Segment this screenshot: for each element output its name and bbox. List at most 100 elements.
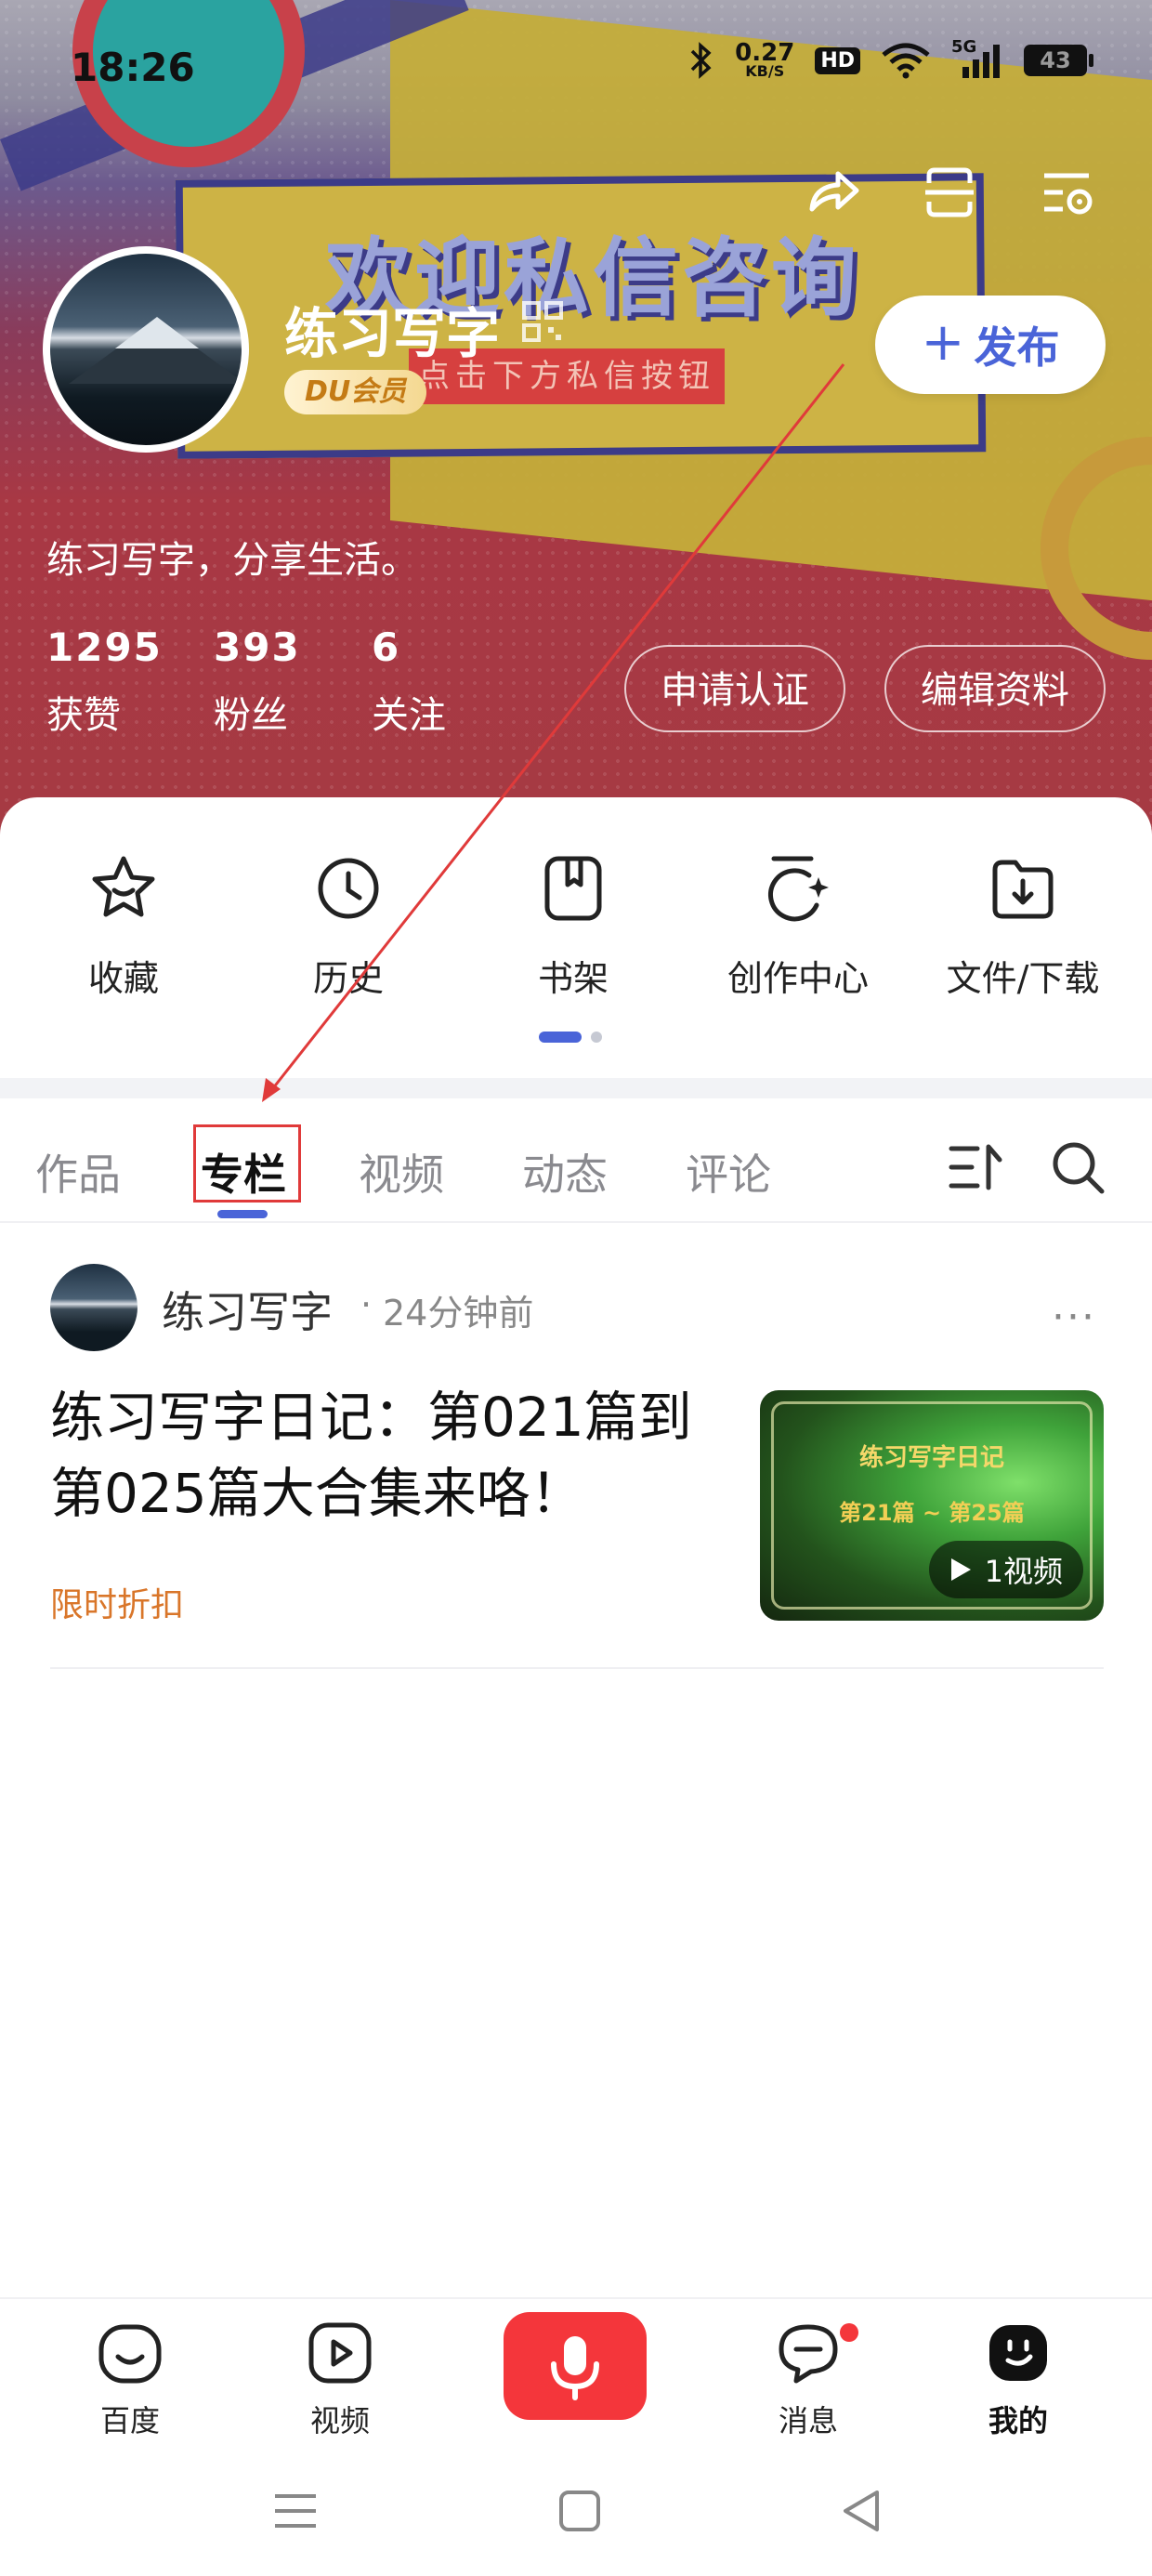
creation-icon (768, 856, 829, 922)
share-icon[interactable] (803, 163, 862, 222)
nav-label: 消息 (778, 2403, 838, 2438)
nav-baidu[interactable]: 百度 (65, 2318, 195, 2440)
content-tabs: 作品 专栏 视频 动态 评论 (0, 1098, 1152, 1223)
quick-panel: 收藏 历史 书架 创作中心 文件/下载 (0, 797, 1152, 1087)
quick-pager (539, 1032, 602, 1043)
quick-label: 文件/下载 (946, 958, 1100, 999)
thumbnail-subtitle: 第21篇 ~ 第25篇 (839, 1500, 1025, 1526)
mic-icon (551, 2336, 599, 2400)
publish-button[interactable]: + 发布 (875, 296, 1106, 394)
post-title[interactable]: 练习写字日记：第021篇到第025篇大合集来咯！ (50, 1379, 719, 1531)
nav-video[interactable]: 视频 (275, 2318, 405, 2440)
post-separator: · (360, 1284, 373, 1325)
quick-history[interactable]: 历史 (236, 851, 461, 1001)
quick-downloads[interactable]: 文件/下载 (910, 851, 1135, 1001)
post-time: 24分钟前 (383, 1293, 534, 1334)
home-icon[interactable] (554, 2485, 606, 2537)
quick-actions: 收藏 历史 书架 创作中心 文件/下载 (0, 851, 1152, 1001)
stat-following[interactable]: 6 关注 (372, 624, 530, 739)
post-thumbnail[interactable]: 练习写字日记 第21篇 ~ 第25篇 1视频 (760, 1390, 1104, 1621)
video-count: 1视频 (984, 1554, 1063, 1589)
sort-icon[interactable] (946, 1137, 1005, 1197)
top-actions (803, 163, 1096, 222)
publish-label: 发布 (974, 322, 1060, 373)
thumbnail-title: 练习写字日记 (858, 1444, 1004, 1472)
stat-likes[interactable]: 1295 获赞 (46, 624, 204, 739)
tab-dynamic[interactable]: 动态 (522, 1141, 608, 1203)
stat-label: 获赞 (46, 694, 121, 737)
bookshelf-icon (544, 856, 602, 921)
stat-fans[interactable]: 393 粉丝 (214, 624, 372, 739)
hd-icon: HD (815, 46, 860, 74)
unread-dot (840, 2323, 858, 2342)
pager-dot-active (539, 1032, 582, 1043)
quick-label: 收藏 (87, 958, 159, 999)
nav-messages[interactable]: 消息 (743, 2318, 873, 2440)
mine-icon (989, 2325, 1047, 2381)
nav-label: 视频 (309, 2403, 370, 2438)
verify-button[interactable]: 申请认证 (624, 645, 845, 732)
search-icon[interactable] (1048, 1137, 1107, 1197)
stats: 1295 获赞 393 粉丝 6 关注 (46, 624, 530, 739)
stat-value: 393 (214, 624, 301, 670)
nav-label: 百度 (99, 2403, 160, 2438)
stat-value: 6 (372, 624, 401, 670)
stat-label: 关注 (372, 694, 446, 737)
bio: 练习写字，分享生活。 (46, 539, 418, 582)
tab-works[interactable]: 作品 (35, 1141, 121, 1203)
more-options-icon[interactable]: ··· (1052, 1294, 1096, 1341)
stat-value: 1295 (46, 624, 163, 670)
settings-icon[interactable] (1037, 163, 1096, 222)
scan-icon[interactable] (920, 163, 979, 222)
nav-label: 我的 (988, 2403, 1048, 2438)
bluetooth-icon (690, 42, 712, 79)
nav-mine[interactable]: 我的 (953, 2318, 1083, 2440)
post-divider (50, 1667, 1104, 1669)
plus-icon: + (921, 311, 965, 373)
play-icon (950, 1558, 971, 1581)
quick-favorites[interactable]: 收藏 (11, 851, 236, 1001)
avatar[interactable] (43, 246, 249, 453)
video-icon (308, 2322, 372, 2384)
discount-tag: 限时折扣 (50, 1586, 185, 1624)
voice-search-button[interactable] (504, 2312, 647, 2420)
signal-icon: 5G (951, 37, 1003, 80)
system-nav-bar (0, 2444, 1152, 2576)
status-icons: 0.27 KB/S HD 5G 43 (688, 37, 1093, 80)
net-speed-value: 0.27 (735, 39, 795, 67)
annotation-highlight-box (193, 1124, 301, 1203)
section-divider (0, 1078, 1152, 1098)
clock-icon (318, 858, 379, 919)
tab-comments[interactable]: 评论 (686, 1141, 771, 1203)
quick-label: 历史 (312, 958, 384, 999)
back-icon[interactable] (836, 2485, 888, 2537)
status-time: 18:26 (71, 45, 195, 90)
baidu-icon (98, 2324, 162, 2384)
qr-code-icon[interactable] (520, 299, 565, 344)
battery-icon: 43 (1024, 45, 1093, 76)
quick-bookshelf[interactable]: 书架 (461, 851, 686, 1001)
username: 练习写字 (284, 302, 501, 365)
tab-video[interactable]: 视频 (359, 1141, 444, 1203)
bottom-nav: 百度 视频 消息 我的 (0, 2297, 1152, 2444)
edit-profile-button[interactable]: 编辑资料 (884, 645, 1106, 732)
menu-icon[interactable] (269, 2485, 321, 2537)
message-icon (779, 2324, 838, 2384)
post-card[interactable]: 练习写字 · 24分钟前 ··· 练习写字日记：第021篇到第025篇大合集来咯… (0, 1223, 1152, 1669)
video-count-badge: 1视频 (928, 1541, 1083, 1598)
star-icon (92, 856, 155, 917)
quick-creation-center[interactable]: 创作中心 (686, 851, 910, 1001)
status-bar: 18:26 0.27 KB/S HD 5G 43 (0, 0, 1152, 139)
post-author[interactable]: 练习写字 (162, 1279, 333, 1340)
download-icon (992, 860, 1054, 919)
avatar-snow (115, 317, 199, 348)
post-avatar[interactable] (50, 1264, 137, 1351)
vip-badge[interactable]: DU会员 (284, 370, 427, 414)
wifi-icon (882, 43, 930, 79)
net-speed: 0.27 KB/S (735, 39, 795, 79)
pager-dot (591, 1032, 602, 1043)
stat-label: 粉丝 (214, 694, 288, 737)
active-tab-indicator (217, 1210, 268, 1218)
quick-label: 创作中心 (727, 958, 869, 999)
quick-label: 书架 (537, 958, 609, 999)
